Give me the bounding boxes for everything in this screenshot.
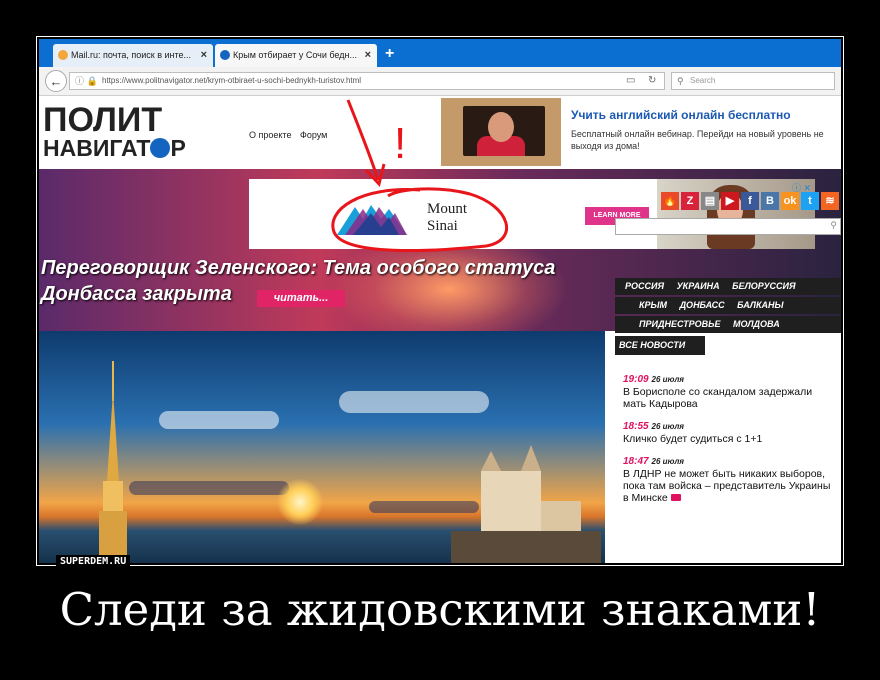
globe-favicon-icon [220,50,230,60]
spire-tower [99,361,127,563]
news-icon[interactable]: ▤ [701,192,719,210]
news-date: 26 июля [651,375,685,384]
caption: Следи за жидовскими знаками! [59,583,821,636]
globe-icon [150,138,171,158]
news-text: В Борисполе со скандалом задержали мать … [623,386,813,410]
mailru-favicon-icon [58,50,68,60]
news-item[interactable]: 18:47 26 июля В ЛДНР не может быть никак… [623,455,837,504]
mount-sinai-logo-icon [337,205,407,235]
youtube-icon[interactable]: ▶ [721,192,739,210]
zen-icon[interactable]: Z [681,192,699,210]
site-logo-line2[interactable]: НАВИГАТ Р [43,136,186,160]
news-text: В ЛДНР не может быть никаких выборов, по… [623,468,831,504]
logo-text-end: Р [170,135,186,161]
tab-bar: Mail.ru: почта, поиск в инте... × Крым о… [39,39,841,67]
site-header: ПОЛИТ НАВИГАТ Р О проекте Форум Учить анг… [39,96,841,169]
close-tab-icon[interactable]: × [201,44,207,67]
nav-link-about[interactable]: О проекте [249,130,291,140]
nav-link-forum[interactable]: Форум [300,130,327,140]
twitter-icon[interactable]: t [801,192,819,210]
read-more-button[interactable]: читать... [257,290,345,307]
rubric-transnistria[interactable]: ПРИДНЕСТРОВЬЕ [639,319,720,329]
watermark: SUPERDEM.RU [56,555,131,569]
logo-text: НАВИГАТ [43,135,151,161]
mount-sinai-banner-ad[interactable]: Mount Sinai LEARN MORE ⓘ ✕ [249,179,815,249]
video-icon [670,494,681,501]
news-time: 19:09 [623,374,649,385]
rubric-russia[interactable]: РОССИЯ [625,281,664,291]
rubric-belarus[interactable]: БЕЛОРУССИЯ [732,281,795,291]
reload-icon[interactable]: ↻ [648,73,656,89]
rubric-donbass[interactable]: ДОНБАСС [680,300,725,310]
address-bar[interactable]: ⓘ 🔒 https://www.politnavigator.net/krym-… [69,72,665,90]
site-logo-line1[interactable]: ПОЛИТ [43,103,162,137]
site-info-icon[interactable]: ⓘ 🔒 [75,73,98,89]
all-news-tab[interactable]: ВСЕ НОВОСТИ [615,336,705,355]
search-input[interactable]: ⚲ Search [671,72,835,90]
ad-title[interactable]: Учить английский онлайн бесплатно [571,108,791,122]
castle [451,445,601,563]
ad-photo: ⓘ ✕ [657,179,815,249]
news-time: 18:47 [623,456,649,467]
back-button[interactable]: ← [45,70,67,92]
social-icons: 🔥Z▤▶fВokt≋➤ [621,192,841,212]
rubrics-row: КРЫМ ДОНБАСС БАЛКАНЫ [615,297,841,314]
fire-icon[interactable]: 🔥 [661,192,679,210]
tab-label: Крым отбирает у Сочи бедн... [233,50,357,60]
odnoklassniki-icon[interactable]: ok [781,192,799,210]
headline-line1: Переговорщик Зеленского: Тема особого ст… [41,257,556,279]
brand-line1: Mount [427,201,468,217]
search-icon[interactable]: ⚲ [830,220,837,231]
ad-text[interactable]: Бесплатный онлайн вебинар. Перейди на но… [571,128,841,152]
rubrics-row: ПРИДНЕСТРОВЬЕ МОЛДОВА [615,316,841,333]
screenshot: Mail.ru: почта, поиск в инте... × Крым о… [39,39,841,563]
tab-mailru[interactable]: Mail.ru: почта, поиск в инте... × [53,44,213,67]
search-icon: ⚲ [677,76,684,86]
news-item[interactable]: 19:09 26 июля В Борисполе со скандалом з… [623,373,837,410]
vk-icon[interactable]: В [761,192,779,210]
rubric-moldova[interactable]: МОЛДОВА [733,319,780,329]
news-time: 18:55 [623,421,649,432]
ad-thumbnail[interactable] [441,98,561,166]
news-text: Кличко будет судиться с 1+1 [623,433,763,445]
rubrics-row: РОССИЯ УКРАИНА БЕЛОРУССИЯ [615,278,841,295]
tab-politnavigator[interactable]: Крым отбирает у Сочи бедн... × [215,44,377,67]
mount-sinai-name: Mount Sinai [427,201,467,235]
rubric-balkans[interactable]: БАЛКАНЫ [737,300,783,310]
tab-label: Mail.ru: почта, поиск в инте... [71,50,192,60]
close-tab-icon[interactable]: × [365,44,371,67]
reader-view-icon[interactable]: ▭ [626,73,635,89]
url-text: https://www.politnavigator.net/krym-otbi… [102,76,362,85]
site-search-input[interactable]: ⚲ [615,218,841,235]
top-nav: О проекте Форум [249,130,333,140]
facebook-icon[interactable]: f [741,192,759,210]
web-page: ПОЛИТ НАВИГАТ Р О проекте Форум Учить анг… [39,96,841,563]
news-date: 26 июля [651,422,685,431]
rubric-ukraine[interactable]: УКРАИНА [677,281,720,291]
news-feed: ВСЕ НОВОСТИ 19:09 26 июля В Борисполе со… [615,336,841,563]
brand-line2: Sinai [427,218,458,234]
news-date: 26 июля [651,457,685,466]
news-item[interactable]: 18:55 26 июля Кличко будет судиться с 1+… [623,420,837,445]
rss-icon[interactable]: ≋ [821,192,839,210]
rubric-crimea[interactable]: КРЫМ [639,300,667,310]
search-placeholder: Search [690,76,716,85]
article-photo[interactable] [39,331,605,563]
new-tab-button[interactable]: + [385,45,394,63]
navigation-bar: ← ⓘ 🔒 https://www.politnavigator.net/kry… [39,67,841,96]
